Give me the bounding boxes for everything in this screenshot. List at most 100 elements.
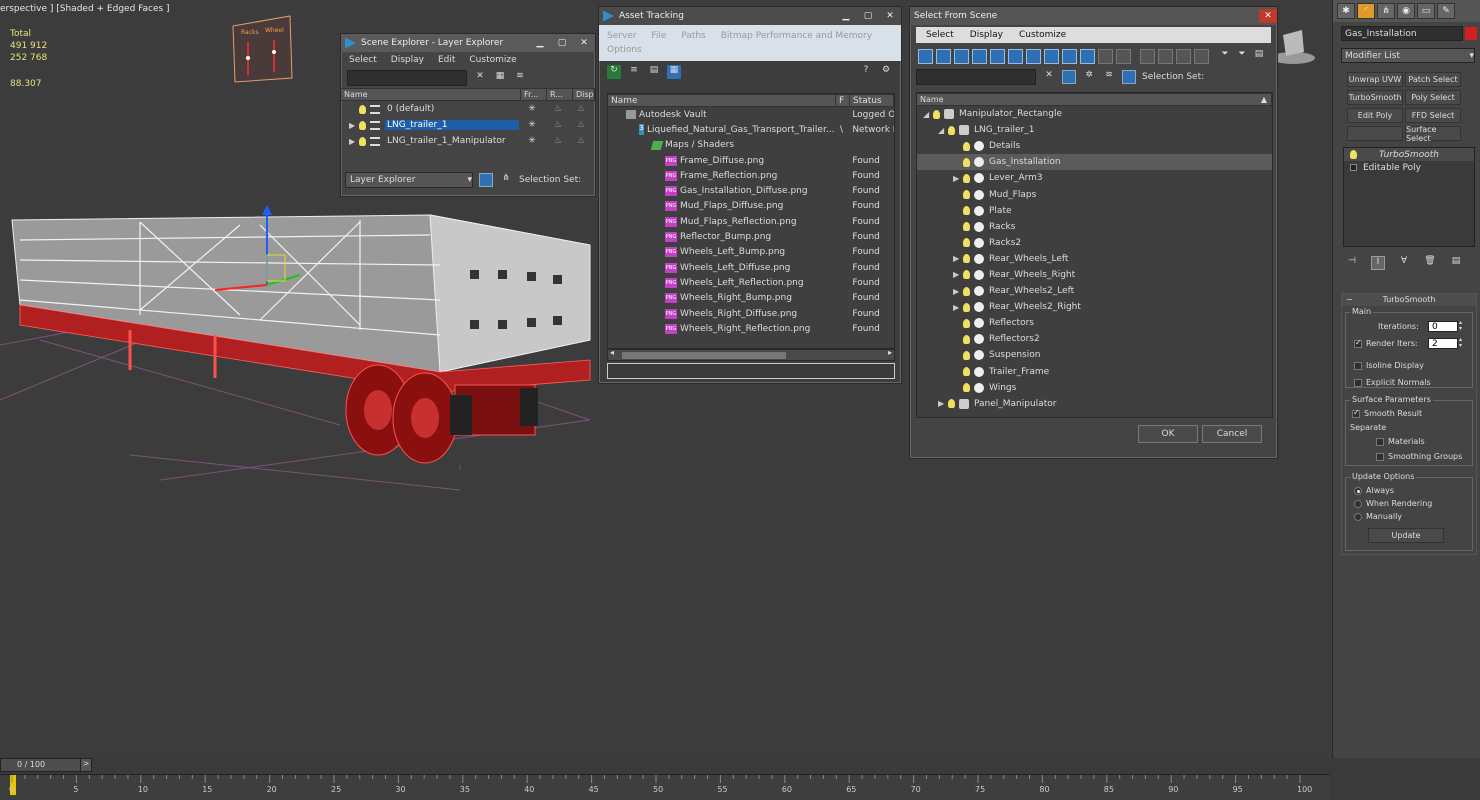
scene-object-row[interactable]: ▶ Rear_Wheels_Left (917, 251, 1272, 267)
track-bar[interactable]: 0 5 10 15 20 25 30 35 40 45 50 55 60 65 70 75 80 85 90 95 10… (0, 774, 1330, 800)
col-display[interactable]: Disp (573, 89, 595, 100)
filter-icon[interactable]: ▦ (493, 71, 507, 85)
asset-row[interactable]: PNG Reflector_Bump.png Found (608, 229, 894, 244)
show-end-result-icon[interactable]: I (1371, 256, 1385, 270)
menu-file[interactable]: File (651, 31, 666, 41)
tab-utilities-icon[interactable]: ✎ (1437, 3, 1455, 19)
bulb-icon[interactable] (963, 302, 970, 312)
scene-object-row[interactable]: Gas_Installation (917, 154, 1272, 171)
maximize-icon[interactable]: ▢ (857, 9, 879, 23)
patch-select-button[interactable]: Patch Select (1405, 72, 1461, 87)
display-teapot-icon[interactable]: ♨ (571, 120, 591, 130)
update-always-radio[interactable]: Always (1354, 486, 1394, 495)
scene-object-row[interactable]: ▶ Rear_Wheels2_Left (917, 283, 1272, 299)
minimize-icon[interactable]: ▁ (529, 36, 551, 50)
clear-search-icon[interactable]: ✕ (1042, 70, 1056, 84)
expand-arrow-icon[interactable]: ▶ (953, 174, 963, 183)
expand-arrow-icon[interactable]: ▶ (953, 287, 963, 296)
expand-arrow-icon[interactable]: ◢ (923, 110, 933, 119)
expand-arrow-icon[interactable]: ▶ (953, 254, 963, 263)
rollout-header[interactable]: − TurboSmooth (1342, 294, 1476, 306)
select-search-input[interactable] (916, 69, 1036, 85)
scene-object-row[interactable]: Trailer_Frame (917, 364, 1272, 380)
filter-xrefs-icon[interactable] (1044, 48, 1059, 64)
scene-object-row[interactable]: Wings (917, 380, 1272, 396)
bulb-icon[interactable] (963, 157, 970, 167)
layer-row[interactable]: ▶ LNG_trailer_1_Manipulator ✳ ♨ ♨ (341, 133, 595, 149)
filter-bones-icon[interactable] (1062, 48, 1077, 64)
asset-row[interactable]: PNG Wheels_Left_Diffuse.png Found (608, 260, 894, 275)
tab-display-icon[interactable]: ▭ (1417, 3, 1435, 19)
clear-search-icon[interactable]: ✕ (473, 71, 487, 85)
modifier-list-dropdown[interactable]: Modifier List ▾ (1341, 48, 1475, 63)
scene-object-row[interactable]: ◢ Manipulator_Rectangle (917, 106, 1272, 122)
funnel-edit-icon[interactable]: ⏷ (1235, 49, 1249, 63)
menu-edit[interactable]: Edit (438, 55, 455, 65)
filter-spacewarps-icon[interactable] (1008, 48, 1023, 64)
radio-icon[interactable] (1354, 512, 1362, 521)
layer-row[interactable]: 0 (default) ✳ ♨ ♨ (341, 101, 595, 117)
menu-select[interactable]: Select (926, 30, 954, 40)
find-case-icon[interactable]: ✲ (1082, 70, 1096, 84)
col-status[interactable]: Status (850, 95, 894, 106)
bulb-icon[interactable] (963, 190, 970, 200)
list-config-icon[interactable]: ▤ (1252, 49, 1266, 63)
close-icon[interactable]: ✕ (879, 9, 901, 23)
render-teapot-icon[interactable]: ♨ (545, 120, 571, 130)
remove-modifier-icon[interactable]: 🗑 (1423, 256, 1437, 270)
bulb-icon[interactable] (963, 141, 970, 151)
filter-toggle-icon[interactable] (1062, 70, 1076, 84)
viewport-label[interactable]: erspective ] [Shaded + Edged Faces ] (0, 4, 170, 14)
close-icon[interactable]: ✕ (573, 36, 595, 50)
freeze-toggle-icon[interactable]: ✳ (519, 120, 545, 130)
scroll-left-icon[interactable]: ◂ (610, 348, 614, 357)
edit-poly-button[interactable]: Edit Poly (1347, 108, 1403, 123)
checkbox-icon[interactable] (1354, 338, 1362, 348)
smoothing-groups-checkbox[interactable]: Smoothing Groups (1376, 452, 1462, 461)
bulb-icon[interactable] (1350, 150, 1357, 159)
bulb-icon[interactable] (963, 173, 970, 183)
hierarchy-mode-icon[interactable]: ⋔ (499, 173, 513, 187)
scene-object-row[interactable]: ▶ Lever_Arm3 (917, 170, 1272, 186)
configure-sets-icon[interactable]: ▤ (1449, 256, 1463, 270)
close-icon[interactable]: ✕ (1259, 9, 1277, 23)
freeze-toggle-icon[interactable]: ✳ (519, 136, 545, 146)
tab-motion-icon[interactable]: ◉ (1397, 3, 1415, 19)
refresh-icon[interactable]: ↻ (607, 65, 621, 79)
filter-geometry-icon[interactable] (918, 48, 933, 64)
menu-customize[interactable]: Customize (1019, 30, 1066, 40)
scene-object-row[interactable]: ▶ Rear_Wheels2_Right (917, 299, 1272, 315)
scene-object-row[interactable]: Mud_Flaps (917, 186, 1272, 202)
scene-object-row[interactable]: Reflectors2 (917, 331, 1272, 347)
tab-hierarchy-icon[interactable]: ⋔ (1377, 3, 1395, 19)
render-iters-spinner[interactable]: 2 (1428, 338, 1458, 349)
table-view-icon[interactable]: ▦ (667, 65, 681, 79)
unwrap-uvw-button[interactable]: Unwrap UVW (1347, 72, 1403, 87)
bulb-icon[interactable] (963, 238, 970, 248)
bulb-icon[interactable] (359, 104, 366, 114)
checkbox-icon[interactable] (1352, 408, 1360, 418)
expand-arrow-icon[interactable]: ▶ (938, 399, 948, 408)
turbosmooth-button[interactable]: TurboSmooth (1347, 90, 1403, 105)
bulb-icon[interactable] (963, 383, 970, 393)
tab-modify-icon[interactable]: ◜ (1357, 3, 1375, 19)
bulb-icon[interactable] (359, 136, 366, 146)
ok-button[interactable]: OK (1138, 425, 1198, 443)
asset-row[interactable]: Autodesk Vault Logged O (608, 107, 894, 122)
checkbox-icon[interactable] (1376, 437, 1384, 446)
asset-tracking-titlebar[interactable]: Asset Tracking ▁ ▢ ✕ (599, 7, 901, 25)
freeze-toggle-icon[interactable]: ✳ (519, 104, 545, 114)
radio-icon[interactable] (1354, 499, 1362, 508)
radio-icon[interactable] (1354, 486, 1362, 495)
object-name-field[interactable]: Gas_Installation (1341, 26, 1463, 41)
layers-icon[interactable]: ≋ (1102, 70, 1116, 84)
scene-object-row[interactable]: Racks (917, 219, 1272, 235)
settings-icon[interactable]: ⚙ (879, 65, 893, 79)
bulb-icon[interactable] (963, 254, 970, 264)
minimize-icon[interactable]: ▁ (835, 9, 857, 23)
expand-arrow-icon[interactable]: ▶ (953, 303, 963, 312)
asset-list-hscrollbar[interactable]: ◂ ▸ (607, 348, 895, 361)
poly-select-button[interactable]: Poly Select (1405, 90, 1461, 105)
bulb-icon[interactable] (963, 286, 970, 296)
select-from-scene-titlebar[interactable]: Select From Scene ✕ (910, 7, 1277, 25)
